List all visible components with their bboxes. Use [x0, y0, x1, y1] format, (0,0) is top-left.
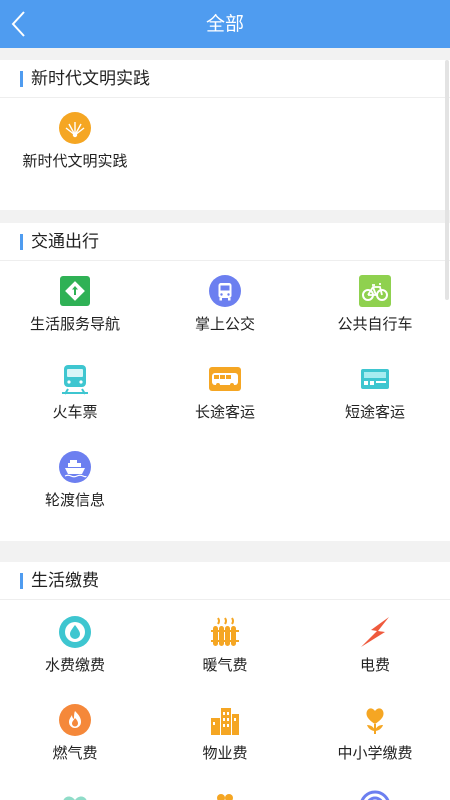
bicycle-icon — [359, 275, 391, 307]
tile-ferry-info[interactable]: 轮渡信息 — [0, 451, 150, 531]
lightning-icon — [359, 616, 391, 648]
tile-train-ticket[interactable]: 火车票 — [0, 363, 150, 443]
section-bill-payment: 生活缴费 水费缴费 暖气费 电费 燃气费 物业费 中小学缴费 — [0, 562, 450, 800]
tile-label: 电费 — [359, 656, 390, 674]
flame-icon — [59, 704, 91, 736]
tile-label: 燃气费 — [52, 744, 98, 762]
tile-school-fee[interactable]: 中小学缴费 — [300, 704, 450, 784]
direction-sign-icon — [59, 275, 91, 307]
tile-gas-bill[interactable]: 燃气费 — [0, 704, 150, 784]
page-title: 全部 — [205, 13, 244, 35]
flower-icon — [359, 704, 391, 736]
section-title: 交通出行 — [31, 232, 99, 252]
tile-short-distance-coach[interactable]: 短途客运 — [300, 363, 450, 443]
section-transport: 交通出行 生活服务导航 掌上公交 公共自行车 火车票 长途客运 短途客运 轮渡信… — [0, 223, 450, 541]
tile-label: 轮渡信息 — [44, 491, 105, 509]
tile-life-service-navigation[interactable]: 生活服务导航 — [0, 275, 150, 355]
coach-icon — [209, 363, 241, 395]
tile-heating-fee[interactable]: 暖气费 — [150, 616, 300, 696]
section-header: 新时代文明实践 — [0, 60, 450, 98]
tile-bus[interactable]: 掌上公交 — [150, 275, 300, 355]
tile-label: 火车票 — [52, 403, 98, 421]
tile-label: 暖气费 — [202, 656, 248, 674]
heart-icon[interactable] — [59, 790, 91, 800]
ticket-icon — [359, 363, 391, 395]
section-accent-bar — [20, 71, 23, 87]
section-accent-bar — [20, 573, 23, 589]
partial-spiral-icon[interactable] — [359, 790, 391, 800]
section-header: 交通出行 — [0, 223, 450, 261]
section-accent-bar — [20, 234, 23, 250]
tile-label: 新时代文明实践 — [22, 152, 128, 170]
bus-icon — [209, 275, 241, 307]
ship-icon — [59, 451, 91, 483]
buildings-icon — [209, 704, 241, 736]
tile-electricity-bill[interactable]: 电费 — [300, 616, 450, 696]
tile-public-bicycle[interactable]: 公共自行车 — [300, 275, 450, 355]
tile-label: 水费缴费 — [44, 656, 105, 674]
tile-water-bill[interactable]: 水费缴费 — [0, 616, 150, 696]
sun-icon — [59, 112, 91, 144]
top-bar: 全部 — [0, 0, 450, 48]
tile-property-fee[interactable]: 物业费 — [150, 704, 300, 784]
tile-label: 长途客运 — [194, 403, 255, 421]
tile-label: 物业费 — [202, 744, 248, 762]
tile-label: 公共自行车 — [337, 315, 413, 333]
radiator-icon — [209, 616, 241, 648]
tile-civilization-practice[interactable]: 新时代文明实践 — [0, 112, 150, 192]
tile-label: 中小学缴费 — [337, 744, 413, 762]
tile-long-distance-coach[interactable]: 长途客运 — [150, 363, 300, 443]
train-icon — [59, 363, 91, 395]
section-title: 新时代文明实践 — [31, 69, 150, 89]
partial-orange-icon[interactable] — [209, 790, 241, 800]
tile-label: 短途客运 — [344, 403, 405, 421]
section-civilization: 新时代文明实践 新时代文明实践 — [0, 60, 450, 210]
scrollbar-thumb[interactable] — [445, 60, 449, 300]
section-title: 生活缴费 — [31, 571, 99, 591]
tile-label: 掌上公交 — [194, 315, 255, 333]
section-header: 生活缴费 — [0, 562, 450, 600]
water-drop-icon — [59, 616, 91, 648]
tile-label: 生活服务导航 — [29, 315, 120, 333]
